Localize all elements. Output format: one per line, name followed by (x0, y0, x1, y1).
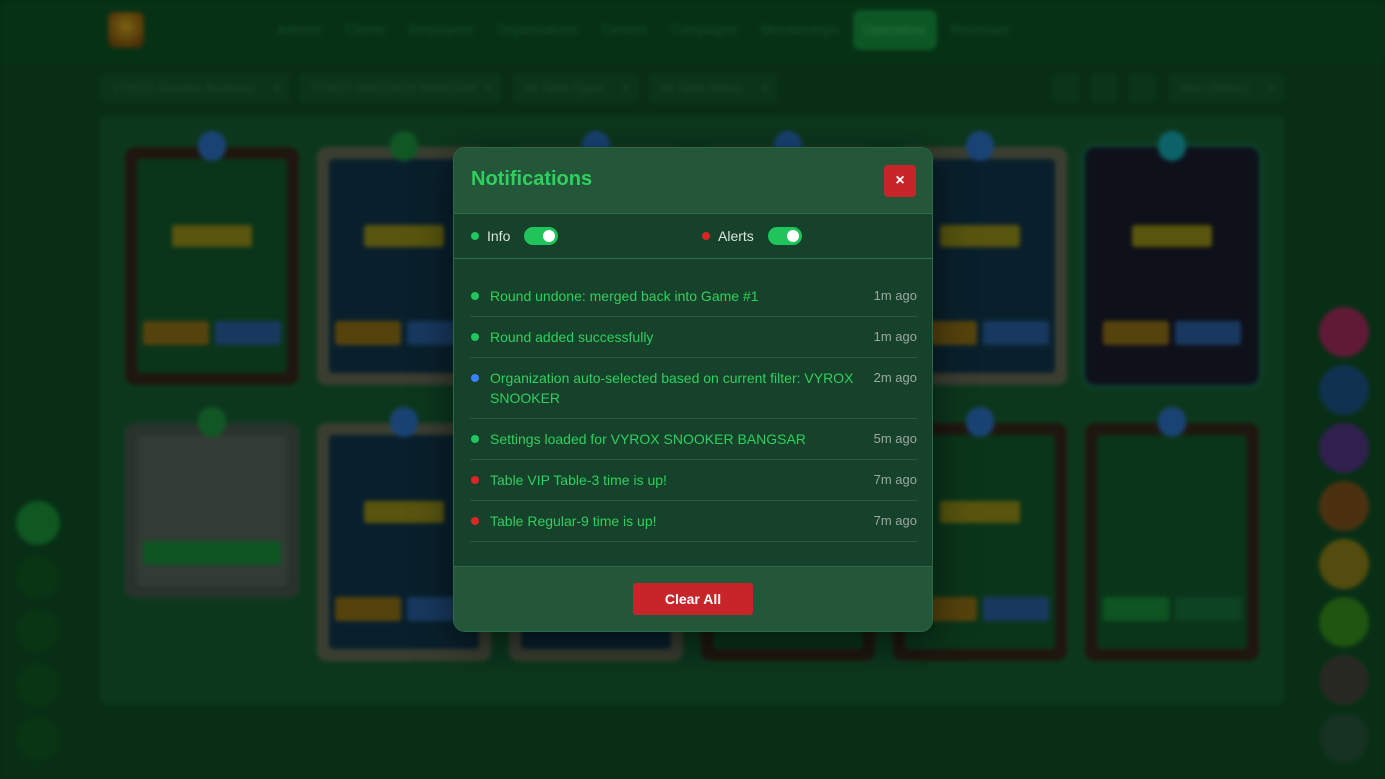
notification-time: 1m ago (873, 288, 917, 303)
notification-text: Table Regular-9 time is up! (490, 513, 657, 529)
notification-time: 2m ago (873, 370, 917, 385)
notification-time: 7m ago (873, 472, 917, 487)
info-dot-icon (471, 232, 479, 240)
info-filter: Info (471, 226, 559, 246)
notification-item[interactable]: Round undone: merged back into Game #1 1… (470, 276, 917, 317)
notification-item[interactable]: Table Regular-9 time is up! 7m ago (470, 501, 917, 542)
notification-time: 7m ago (873, 513, 917, 528)
alerts-dot-icon (702, 232, 710, 240)
notification-text: Round undone: merged back into Game #1 (490, 288, 759, 304)
alert-dot-icon (471, 517, 479, 525)
alerts-toggle-switch[interactable] (767, 227, 802, 245)
alerts-filter: Alerts (702, 226, 802, 246)
notification-text: Organization auto-selected based on curr… (490, 370, 854, 406)
modal-footer: Clear All (454, 566, 932, 631)
info-dot-icon (471, 292, 479, 300)
modal-header: Notifications × (454, 148, 932, 214)
notification-time: 1m ago (873, 329, 917, 344)
close-button[interactable]: × (884, 165, 916, 197)
system-dot-icon (471, 374, 479, 382)
notification-item[interactable]: Organization auto-selected based on curr… (470, 358, 917, 419)
notification-text: Round added successfully (490, 329, 654, 345)
notification-text: Settings loaded for VYROX SNOOKER BANGSA… (490, 431, 806, 447)
info-toggle-label: Info (487, 228, 511, 244)
alerts-toggle-label: Alerts (718, 228, 754, 244)
info-dot-icon (471, 435, 479, 443)
notification-item[interactable]: Table VIP Table-3 time is up! 7m ago (470, 460, 917, 501)
modal-title: Notifications (471, 168, 593, 190)
notification-item[interactable]: Round added successfully 1m ago (470, 317, 917, 358)
alert-dot-icon (471, 476, 479, 484)
notification-list: Round undone: merged back into Game #1 1… (470, 276, 917, 542)
notification-time: 5m ago (873, 431, 917, 446)
clear-all-button[interactable]: Clear All (633, 583, 753, 615)
notifications-modal: Notifications × Info Alerts Round undone… (453, 147, 933, 632)
notification-text: Table VIP Table-3 time is up! (490, 472, 667, 488)
info-dot-icon (471, 333, 479, 341)
notification-filters: Info Alerts (454, 214, 932, 259)
info-toggle-switch[interactable] (524, 227, 559, 245)
notification-item[interactable]: Settings loaded for VYROX SNOOKER BANGSA… (470, 419, 917, 460)
